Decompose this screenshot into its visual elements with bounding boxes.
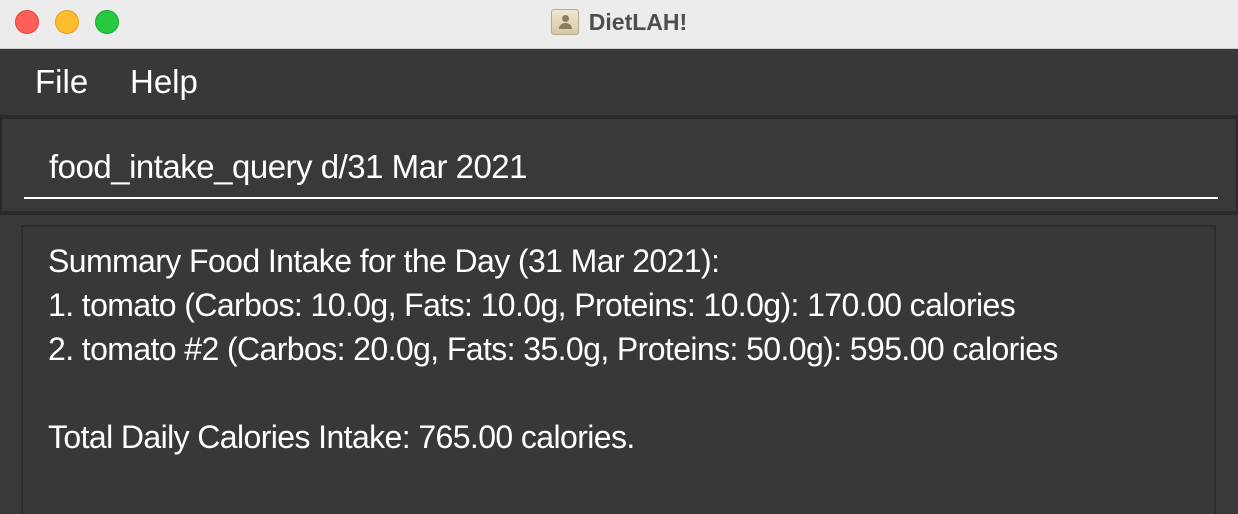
command-input[interactable] (24, 137, 1218, 199)
title-bar[interactable]: DietLAH! (0, 0, 1238, 49)
result-display[interactable]: Summary Food Intake for the Day (31 Mar … (21, 225, 1216, 514)
command-box-panel (0, 119, 1238, 211)
window-title-group: DietLAH! (0, 0, 1238, 44)
result-food-item: 2. tomato #2 (Carbos: 20.0g, Fats: 35.0g… (48, 331, 1058, 367)
menu-file[interactable]: File (35, 63, 88, 101)
result-summary-heading: Summary Food Intake for the Day (31 Mar … (48, 243, 720, 279)
menu-bar: File Help (0, 49, 1238, 115)
result-panel: Summary Food Intake for the Day (31 Mar … (0, 215, 1238, 514)
app-window: DietLAH! File Help Summary Food Intake f… (0, 0, 1238, 514)
menu-help[interactable]: Help (130, 63, 198, 101)
result-total-calories: Total Daily Calories Intake: 765.00 calo… (48, 419, 635, 455)
window-title: DietLAH! (588, 8, 688, 35)
result-food-item: 1. tomato (Carbos: 10.0g, Fats: 10.0g, P… (48, 287, 1016, 323)
contacts-card-icon (550, 9, 579, 35)
